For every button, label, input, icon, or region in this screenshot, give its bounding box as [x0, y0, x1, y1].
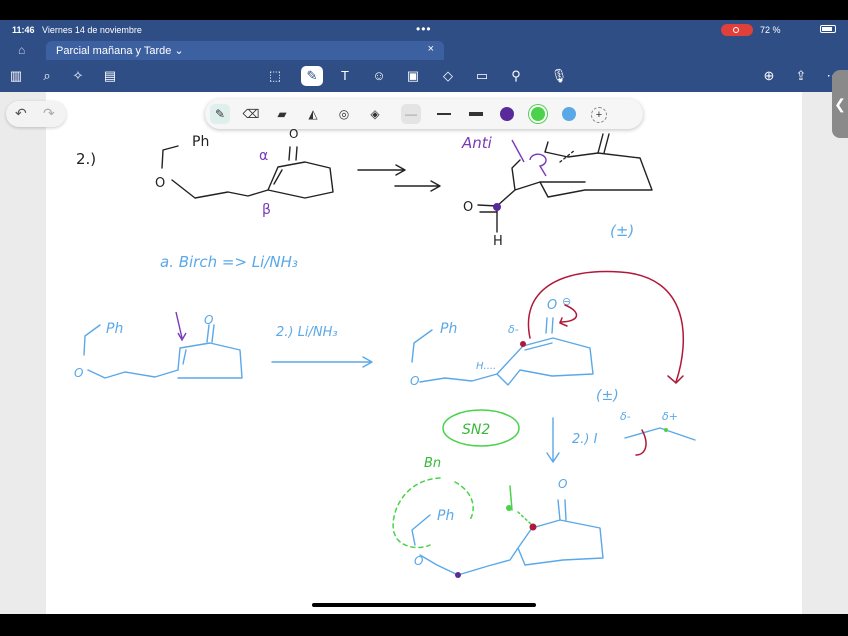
ink-dot: [506, 505, 512, 511]
delta-plus-label: δ+: [662, 410, 678, 423]
home-indicator[interactable]: [312, 603, 536, 607]
ink-stroke: [559, 304, 578, 327]
ink-stroke: [454, 481, 474, 521]
o-label-3: O: [410, 374, 419, 388]
ink-dot: [493, 203, 501, 211]
ink-stroke: [392, 477, 441, 549]
ink-stroke: [171, 179, 269, 199]
ink-stroke: [496, 159, 541, 233]
o-top-label-1: O: [289, 127, 298, 141]
ph-label-1: Ph: [192, 134, 209, 150]
ink-stroke: [175, 311, 187, 342]
ph-label-2: Ph: [106, 321, 123, 337]
condition-birch: a. Birch => Li/NH₃: [160, 253, 298, 271]
ink-stroke: [544, 141, 549, 153]
ink-stroke: [411, 329, 594, 386]
ph-label-3: Ph: [440, 321, 457, 337]
o-label-1: O: [155, 176, 165, 191]
handwriting-layer: 2.) Ph O O O H α β Anti (±) a. Birch => …: [74, 127, 696, 578]
racemic-label-2: (±): [596, 388, 619, 404]
ink-stroke: [271, 356, 373, 368]
ink-stroke: [597, 133, 610, 154]
ink-stroke: [517, 511, 533, 526]
step-alkyl-iodide: 2.) I: [572, 432, 598, 447]
anti-label: Anti: [461, 134, 493, 152]
ink-stroke: [267, 161, 334, 199]
ink-dot: [455, 572, 461, 578]
charge-minus-label: δ-: [508, 323, 519, 336]
racemic-label-1: (±): [610, 222, 634, 240]
ketone-o-label-4: O: [558, 477, 567, 491]
ph-label-4: Ph: [437, 508, 454, 524]
ink-stroke: [624, 427, 696, 441]
ink-dot: [664, 428, 668, 432]
step-number: 2.): [76, 150, 96, 168]
ink-stroke: [411, 499, 567, 546]
ink-stroke: [419, 519, 604, 576]
ink-stroke: [288, 146, 298, 161]
ink-dot: [529, 523, 537, 531]
ald-h-label: H: [493, 234, 503, 249]
ink-stroke: [83, 324, 179, 379]
bn-label: Bn: [424, 456, 441, 471]
alpha-label: α: [259, 148, 268, 164]
delta-minus-label: δ-: [620, 410, 631, 423]
o-label-2: O: [74, 366, 83, 380]
ink-stroke: [546, 417, 560, 463]
ink-dot: [520, 341, 526, 347]
sn2-label: SN2: [462, 422, 490, 438]
h-stereo-label: H....: [476, 361, 496, 372]
ald-o-label: O: [463, 200, 473, 215]
ink-stroke: [511, 139, 547, 177]
ink-stroke: [177, 342, 243, 379]
ink-stroke: [539, 151, 653, 198]
step-li-nh3: 2.) Li/NH₃: [276, 325, 338, 340]
beta-label: β: [262, 202, 271, 218]
ink-stroke: [357, 164, 406, 176]
enolate-o-label: O: [547, 298, 557, 313]
ink-stroke: [394, 180, 441, 192]
ink-stroke: [161, 145, 179, 169]
